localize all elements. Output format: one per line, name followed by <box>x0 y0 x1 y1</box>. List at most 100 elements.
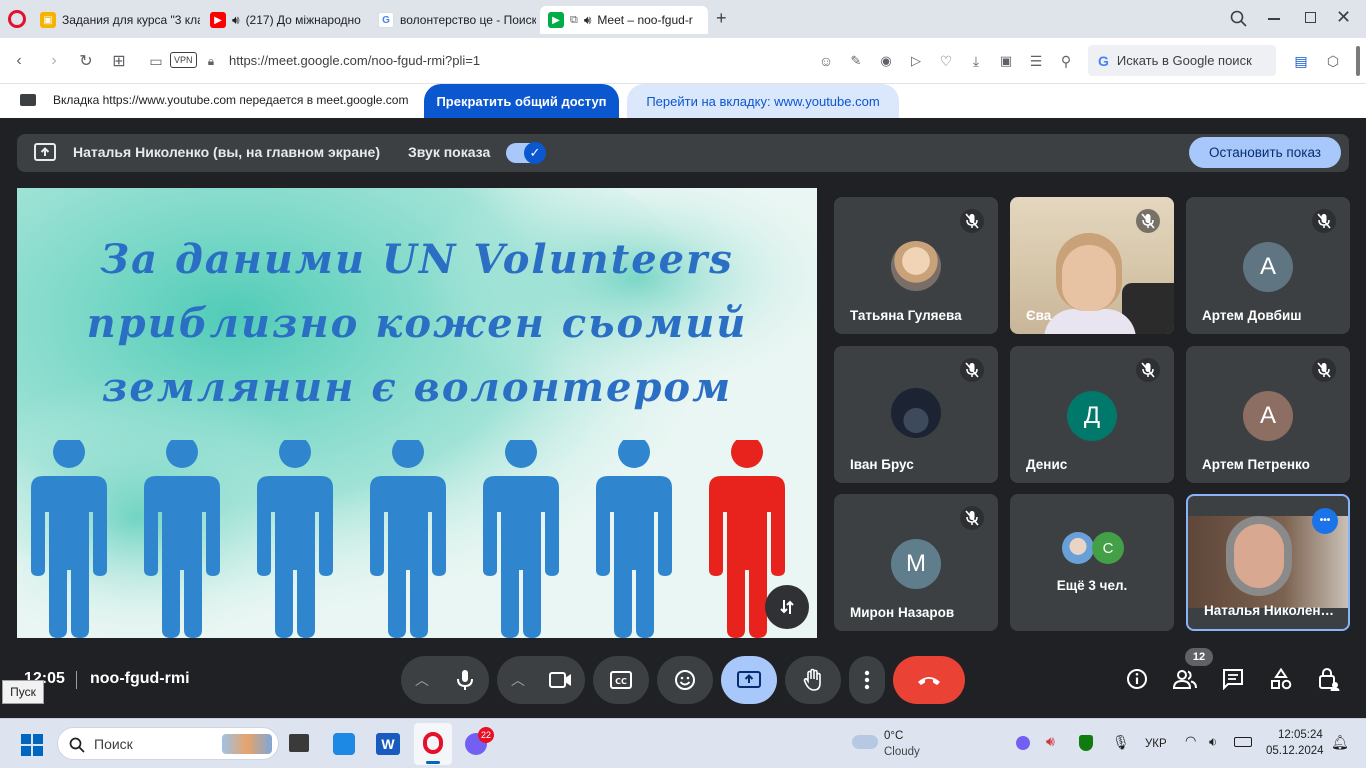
notification-bell-icon[interactable]: 🔔︎ <box>1331 734 1349 751</box>
classroom-icon: ▣ <box>40 12 56 28</box>
reactions-button[interactable] <box>657 656 713 704</box>
lock-icon[interactable]: 🔒︎ <box>200 50 222 72</box>
opera-icon <box>423 732 443 754</box>
url-field[interactable]: https://meet.google.com/noo-fgud-rmi?pli… <box>229 53 480 68</box>
participant-tile[interactable]: Татьяна Гуляева <box>834 197 998 334</box>
vpn-badge[interactable]: VPN <box>170 52 197 68</box>
battery-icon[interactable] <box>1234 737 1252 747</box>
edit-icon[interactable]: ✎ <box>845 50 867 72</box>
clock-date[interactable]: 05.12.2024 <box>1266 745 1324 757</box>
opera-menu-icon[interactable] <box>8 10 26 28</box>
tab-meet[interactable]: ▶ ⧉ 🔊︎ Meet – noo-fgud-r <box>540 6 708 34</box>
participant-photo <box>1062 532 1094 564</box>
emoji-icon[interactable]: ☺ <box>815 50 837 72</box>
speed-dial-icon[interactable]: ⊞ <box>108 50 130 72</box>
easy-setup-icon[interactable]: ☰ <box>1025 50 1047 72</box>
stop-presenting-button[interactable]: Остановить показ <box>1189 137 1341 168</box>
participant-tile[interactable]: A Артем Петренко <box>1186 346 1350 483</box>
opera-taskbar-button[interactable] <box>414 723 452 765</box>
heart-icon[interactable]: ♡ <box>935 50 957 72</box>
tab-label: Задания для курса "3 кла <box>62 13 200 27</box>
download-icon[interactable]: ⤓ <box>965 50 987 72</box>
tab-google-search[interactable]: G волонтерство це - Поиск <box>370 6 536 34</box>
activities-button[interactable] <box>1266 664 1296 694</box>
tab-youtube[interactable]: ▶ 🔊︎ (217) До міжнародно <box>202 6 366 34</box>
share-sound-toggle[interactable]: ✓ <box>506 142 546 164</box>
emoji-icon <box>675 670 695 690</box>
restore-icon[interactable] <box>1305 12 1316 23</box>
forward-icon[interactable]: › <box>43 50 65 72</box>
meeting-details-button[interactable] <box>1122 664 1152 694</box>
lock-person-icon <box>1319 668 1340 691</box>
new-tab-icon[interactable]: + <box>716 8 727 29</box>
audio-options-chevron-icon[interactable]: ︿ <box>415 670 429 690</box>
stop-sharing-button[interactable]: Прекратить общий доступ <box>424 84 619 118</box>
camera-control-group: ︿ <box>497 656 585 704</box>
word-icon[interactable]: W <box>376 733 400 755</box>
weather-desc[interactable]: Cloudy <box>884 746 920 758</box>
clock-time[interactable]: 12:05:24 <box>1278 729 1323 741</box>
google-search-field[interactable]: G Искать в Google поиск <box>1088 45 1276 76</box>
defender-tray-icon[interactable] <box>1079 735 1093 751</box>
mic-off-icon <box>960 358 984 382</box>
close-icon[interactable]: ✕ <box>1336 7 1351 28</box>
reload-icon[interactable]: ↻ <box>75 50 97 72</box>
player-icon[interactable]: ▣ <box>995 50 1017 72</box>
people-button[interactable] <box>1170 664 1200 694</box>
extensions-icon[interactable]: ⬡ <box>1322 50 1344 72</box>
google-icon: G <box>1098 52 1109 69</box>
volume-tray-icon[interactable]: 🔊︎ <box>1046 733 1055 750</box>
weather-temp[interactable]: 0°C <box>884 730 903 742</box>
switch-to-tab-button[interactable]: Перейти на вкладку: www.youtube.com <box>627 84 899 118</box>
tab-label: (217) До міжнародно <box>245 13 361 27</box>
tab-label: волонтерство це - Поиск <box>400 13 536 27</box>
participant-tile[interactable]: M Мирон Назаров <box>834 494 998 631</box>
raise-hand-button[interactable] <box>785 656 841 704</box>
participant-tile[interactable]: A Артем Довбиш <box>1186 197 1350 334</box>
store-icon[interactable] <box>333 733 355 755</box>
tile-more-options-icon[interactable]: ••• <box>1312 508 1338 534</box>
participant-tile[interactable]: Д Денис <box>1010 346 1174 483</box>
search-label: Искать в Google поиск <box>1116 53 1252 68</box>
microphone-button[interactable] <box>441 656 489 704</box>
camera-icon[interactable]: ▭ <box>145 50 167 72</box>
input-language[interactable]: УКР <box>1145 738 1167 750</box>
captions-button[interactable]: CC <box>593 656 649 704</box>
speaker-icon[interactable]: 🔊︎ <box>232 13 240 28</box>
presenter-name: Наталья Николенко (вы, на главном экране… <box>73 144 381 160</box>
participant-tile[interactable]: C Ещё 3 чел. <box>1010 494 1174 631</box>
participant-tile[interactable]: ••• Наталья Николен… <box>1186 494 1350 631</box>
search-placeholder: Поиск <box>94 735 133 752</box>
wifi-icon[interactable]: ◠ <box>1185 733 1196 749</box>
back-icon[interactable]: ‹ <box>8 50 30 72</box>
task-view-icon[interactable] <box>289 734 309 752</box>
participant-tile[interactable]: Іван Брус <box>834 346 998 483</box>
scrollbar[interactable] <box>1356 46 1360 76</box>
speaker-icon[interactable]: 🔊︎ <box>584 13 592 28</box>
minimize-icon[interactable] <box>1268 18 1280 20</box>
video-options-chevron-icon[interactable]: ︿ <box>511 670 525 690</box>
tab-search-icon[interactable] <box>1230 10 1247 27</box>
present-now-button[interactable] <box>721 656 777 704</box>
taskbar-search[interactable]: Поиск <box>57 727 279 760</box>
tab-classroom[interactable]: ▣ Задания для курса "3 кла <box>32 6 200 34</box>
more-options-button[interactable] <box>849 656 885 704</box>
speaker-icon[interactable]: 🔉︎ <box>1209 734 1217 750</box>
viber-tray-icon[interactable] <box>1016 736 1030 750</box>
mic-off-icon <box>1136 358 1160 382</box>
host-controls-button[interactable] <box>1314 664 1344 694</box>
chat-button[interactable] <box>1218 664 1248 694</box>
camera-button[interactable] <box>537 656 585 704</box>
snapshot-icon[interactable]: ◉ <box>875 50 897 72</box>
pip-icon[interactable]: ⧉ <box>570 14 578 27</box>
profile-icon[interactable]: ⚲ <box>1055 50 1077 72</box>
microphone-tray-icon[interactable]: 🎙︎ <box>1112 734 1130 751</box>
leave-call-button[interactable] <box>893 656 965 704</box>
windows-start-icon[interactable] <box>21 734 43 756</box>
participant-tile[interactable]: Єва <box>1010 197 1174 334</box>
send-icon[interactable]: ▷ <box>905 50 927 72</box>
swap-view-button[interactable] <box>765 585 809 629</box>
sidebar-panel-icon[interactable]: ▤ <box>1290 50 1312 72</box>
slide-text-line-1: За даними UN Volunteers <box>100 236 734 283</box>
svg-text:CC: CC <box>615 677 627 686</box>
